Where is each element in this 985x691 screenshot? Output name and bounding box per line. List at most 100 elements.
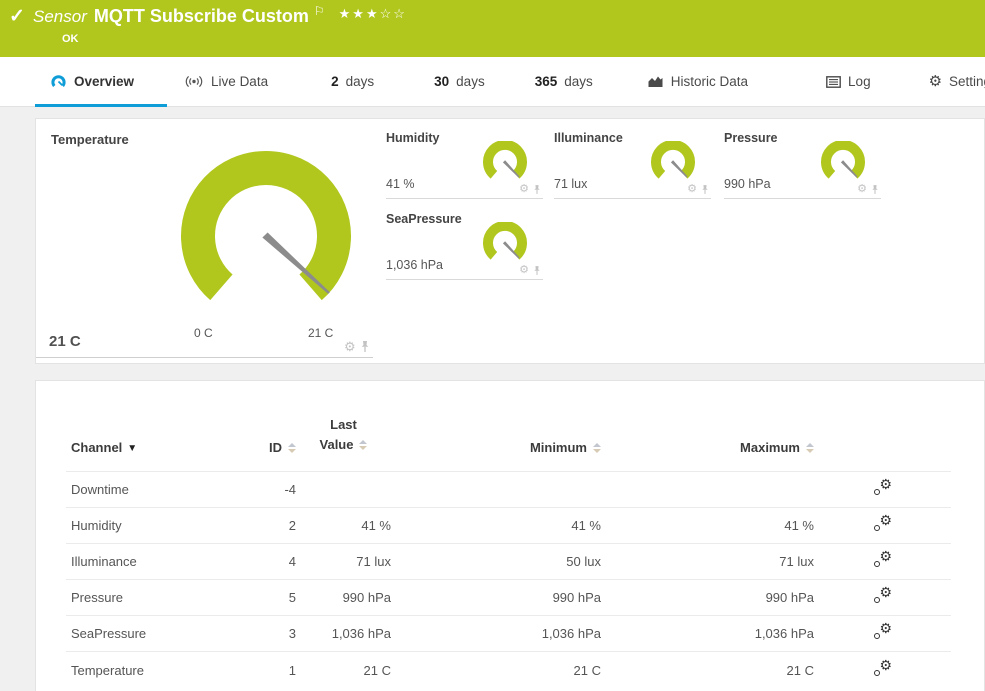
channel-id: 3 <box>246 616 296 652</box>
sort-icon[interactable] <box>359 440 367 450</box>
gauge-scale-max: 21 C <box>308 326 333 340</box>
channel-name[interactable]: Illuminance <box>66 544 246 580</box>
tab-historic-data[interactable]: Historic Data <box>647 74 748 89</box>
channel-last-value: 41 % <box>296 508 391 544</box>
tab-label: Historic Data <box>671 74 748 89</box>
gauge-settings-icon[interactable]: ⚙ <box>687 184 697 195</box>
tab-number: 365 <box>535 74 558 89</box>
column-header-last-value[interactable]: Last Value <box>296 381 391 472</box>
channel-maximum: 1,036 hPa <box>601 616 814 652</box>
column-label: Last <box>330 417 357 432</box>
mini-gauge-panel-illuminance: Illuminance 71 lux ⚙ <box>554 127 711 199</box>
sort-icon[interactable] <box>806 443 814 453</box>
gauge-settings-icon[interactable]: ⚙ <box>344 340 356 353</box>
gear-icon: ⚙ <box>929 74 942 89</box>
channel-settings-icon[interactable]: ⚙ <box>873 624 892 640</box>
gauge-current-value: 990 hPa <box>724 177 771 191</box>
priority-stars[interactable]: ★★★☆☆ <box>339 6 407 21</box>
column-label: Maximum <box>740 440 800 455</box>
channel-settings-icon[interactable]: ⚙ <box>873 480 892 496</box>
channel-settings-icon[interactable]: ⚙ <box>873 661 892 677</box>
illuminance-gauge <box>649 141 699 187</box>
channel-minimum <box>391 472 601 508</box>
tab-365-days[interactable]: 365 days <box>535 74 593 89</box>
gauge-title: Temperature <box>51 132 129 147</box>
table-row-pressure: Pressure 5 990 hPa 990 hPa 990 hPa ⚙ <box>66 580 951 616</box>
tab-bar: Overview Live Data 2 days 30 days 365 da… <box>0 57 985 107</box>
pin-icon[interactable] <box>533 265 541 276</box>
channels-table: Channel ▼ ID Last Value Minimum Maximum <box>66 381 951 688</box>
column-label: Minimum <box>530 440 587 455</box>
channel-name[interactable]: Downtime <box>66 472 246 508</box>
gauge-panel-actions: ⚙ <box>687 184 709 195</box>
channel-name[interactable]: Pressure <box>66 580 246 616</box>
table-row-seapressure: SeaPressure 3 1,036 hPa 1,036 hPa 1,036 … <box>66 616 951 652</box>
channel-minimum: 21 C <box>391 652 601 688</box>
pin-icon[interactable] <box>871 184 879 195</box>
column-header-minimum[interactable]: Minimum <box>391 381 601 472</box>
gauge-title: Pressure <box>724 131 778 145</box>
gauge-settings-icon[interactable]: ⚙ <box>519 184 529 195</box>
sort-icon[interactable] <box>593 443 601 453</box>
channel-id: 1 <box>246 652 296 688</box>
gauge-settings-icon[interactable]: ⚙ <box>857 184 867 195</box>
channel-settings-icon[interactable]: ⚙ <box>873 552 892 568</box>
pin-icon[interactable] <box>360 340 370 353</box>
table-header-row: Channel ▼ ID Last Value Minimum Maximum <box>66 381 951 472</box>
channel-last-value: 21 C <box>296 652 391 688</box>
flag-icon[interactable]: ⚐ <box>314 4 325 18</box>
column-label: Channel <box>71 440 122 455</box>
channel-settings-icon[interactable]: ⚙ <box>873 588 892 604</box>
table-row-downtime: Downtime -4 ⚙ <box>66 472 951 508</box>
seapressure-gauge <box>481 222 531 268</box>
tab-label: days <box>456 74 485 89</box>
column-header-maximum[interactable]: Maximum <box>601 381 814 472</box>
tab-settings[interactable]: ⚙ Settings <box>929 74 985 89</box>
pressure-gauge <box>819 141 869 187</box>
sensor-titleline: SensorMQTT Subscribe Custom⚐★★★☆☆ <box>33 6 407 27</box>
tab-label: days <box>564 74 593 89</box>
temperature-gauge <box>164 144 368 328</box>
mini-gauge-panel-seapressure: SeaPressure 1,036 hPa ⚙ <box>386 208 543 280</box>
gauge-icon <box>50 74 67 89</box>
tab-label: Live Data <box>211 74 268 89</box>
table-row-temperature: Temperature 1 21 C 21 C 21 C ⚙ <box>66 652 951 688</box>
status-check-icon: ✓ <box>9 5 25 28</box>
tab-live-data[interactable]: Live Data <box>184 74 268 89</box>
channel-maximum: 41 % <box>601 508 814 544</box>
sort-icon[interactable] <box>288 443 296 453</box>
channel-id: -4 <box>246 472 296 508</box>
pin-icon[interactable] <box>701 184 709 195</box>
gauge-settings-icon[interactable]: ⚙ <box>519 265 529 276</box>
gauge-panel-actions: ⚙ <box>519 265 541 276</box>
column-label: ID <box>269 440 282 455</box>
broadcast-icon <box>184 75 204 88</box>
sensor-title: MQTT Subscribe Custom <box>94 6 309 26</box>
tab-2-days[interactable]: 2 days <box>331 74 374 89</box>
channel-last-value: 1,036 hPa <box>296 616 391 652</box>
tab-30-days[interactable]: 30 days <box>434 74 485 89</box>
channel-settings-icon[interactable]: ⚙ <box>873 516 892 532</box>
channel-name[interactable]: Humidity <box>66 508 246 544</box>
active-tab-underline <box>35 104 167 107</box>
mini-gauge-panel-humidity: Humidity 41 % ⚙ <box>386 127 543 199</box>
tab-log[interactable]: Log <box>826 74 871 89</box>
status-badge: OK <box>62 33 79 45</box>
channel-name[interactable]: SeaPressure <box>66 616 246 652</box>
channel-minimum: 990 hPa <box>391 580 601 616</box>
tab-overview[interactable]: Overview <box>50 74 134 89</box>
mini-gauge-panel-pressure: Pressure 990 hPa ⚙ <box>724 127 881 199</box>
column-header-channel[interactable]: Channel ▼ <box>66 381 246 472</box>
gauge-title: Humidity <box>386 131 439 145</box>
channel-last-value: 71 lux <box>296 544 391 580</box>
column-header-actions <box>814 381 951 472</box>
pin-icon[interactable] <box>533 184 541 195</box>
column-header-id[interactable]: ID <box>246 381 296 472</box>
channel-maximum: 990 hPa <box>601 580 814 616</box>
chevron-down-icon: ▼ <box>127 443 137 454</box>
table-row-humidity: Humidity 2 41 % 41 % 41 % ⚙ <box>66 508 951 544</box>
channel-minimum: 1,036 hPa <box>391 616 601 652</box>
log-list-icon <box>826 76 841 88</box>
channel-maximum: 71 lux <box>601 544 814 580</box>
channel-name[interactable]: Temperature <box>66 652 246 688</box>
